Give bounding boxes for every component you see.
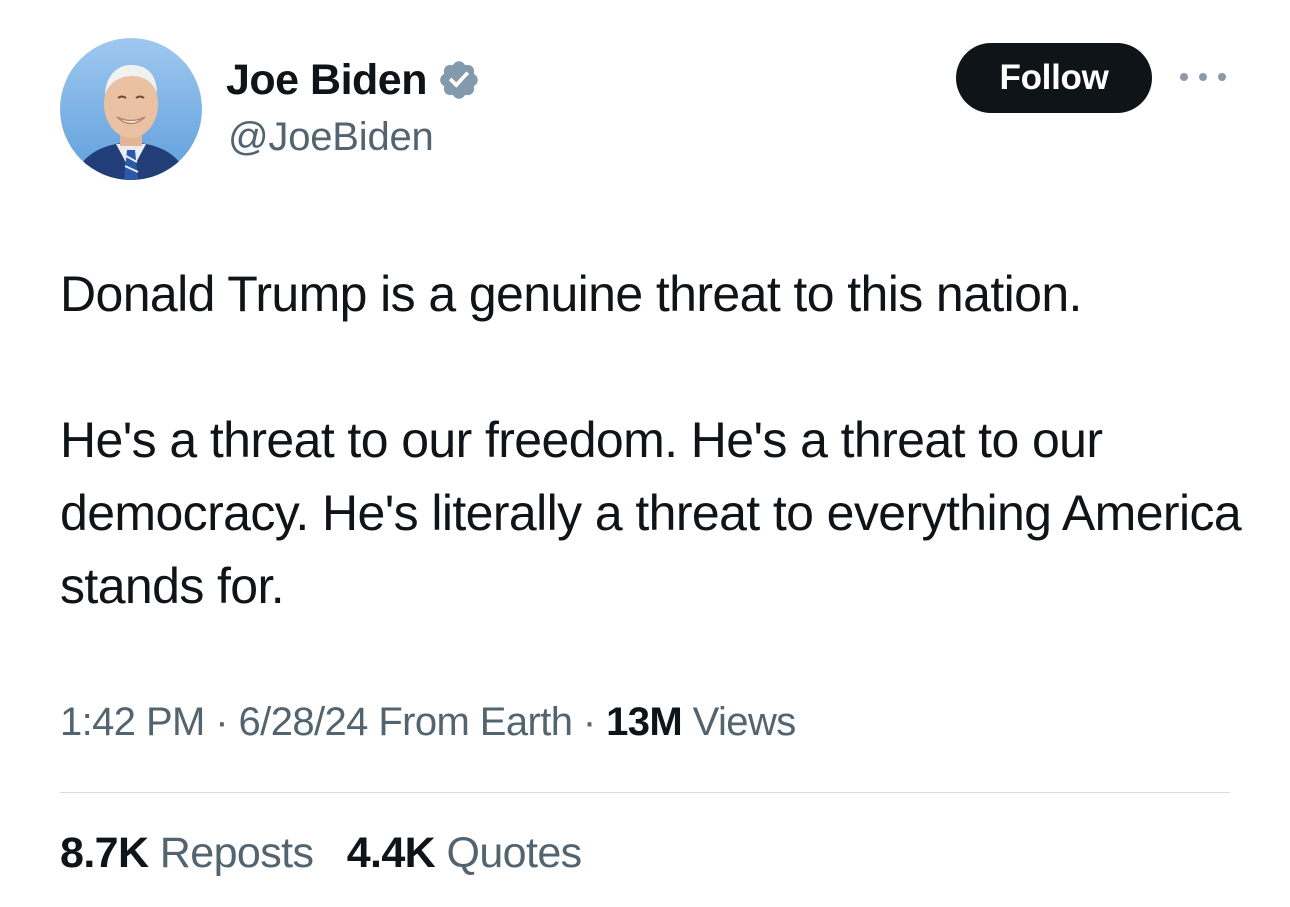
tweet-date[interactable]: 6/28/24 <box>239 700 369 744</box>
tweet-card: Joe Biden @JoeBiden Follow Donald Trump … <box>0 0 1290 907</box>
meta-separator: · <box>582 700 596 744</box>
reposts-count: 8.7K <box>60 829 149 877</box>
author-handle[interactable]: @JoeBiden <box>228 115 434 160</box>
reposts-stat[interactable]: 8.7K Reposts <box>60 829 325 877</box>
more-dot <box>1199 73 1207 81</box>
follow-button[interactable]: Follow <box>956 43 1152 113</box>
quotes-label: Quotes <box>446 829 583 877</box>
tweet-text: Donald Trump is a genuine threat to this… <box>60 258 1250 623</box>
author-name-row: Joe Biden <box>226 52 481 108</box>
meta-separator: · <box>215 700 229 744</box>
quotes-stat[interactable]: 4.4K Quotes <box>347 829 582 877</box>
avatar-image <box>60 38 202 180</box>
tweet-paragraph: Donald Trump is a genuine threat to this… <box>60 266 1082 322</box>
views-label: Views <box>692 700 797 744</box>
tweet-meta: 1:42 PM · 6/28/24 From Earth · 13M Views <box>60 700 796 745</box>
author-avatar[interactable] <box>60 38 202 180</box>
quotes-count: 4.4K <box>346 829 436 877</box>
views-count: 13M <box>606 700 683 744</box>
more-dot <box>1180 73 1188 81</box>
divider <box>60 792 1230 793</box>
verified-badge-icon[interactable] <box>437 58 481 102</box>
engagement-stats: 8.7K Reposts 4.4K Quotes <box>60 829 582 878</box>
tweet-source: From Earth <box>378 700 573 744</box>
tweet-time[interactable]: 1:42 PM <box>60 700 205 744</box>
tweet-paragraph: He's a threat to our freedom. He's a thr… <box>60 412 1242 614</box>
more-dot <box>1218 73 1226 81</box>
more-options-icon[interactable] <box>1180 62 1226 92</box>
reposts-label: Reposts <box>159 829 314 877</box>
author-display-name[interactable]: Joe Biden <box>226 56 428 105</box>
